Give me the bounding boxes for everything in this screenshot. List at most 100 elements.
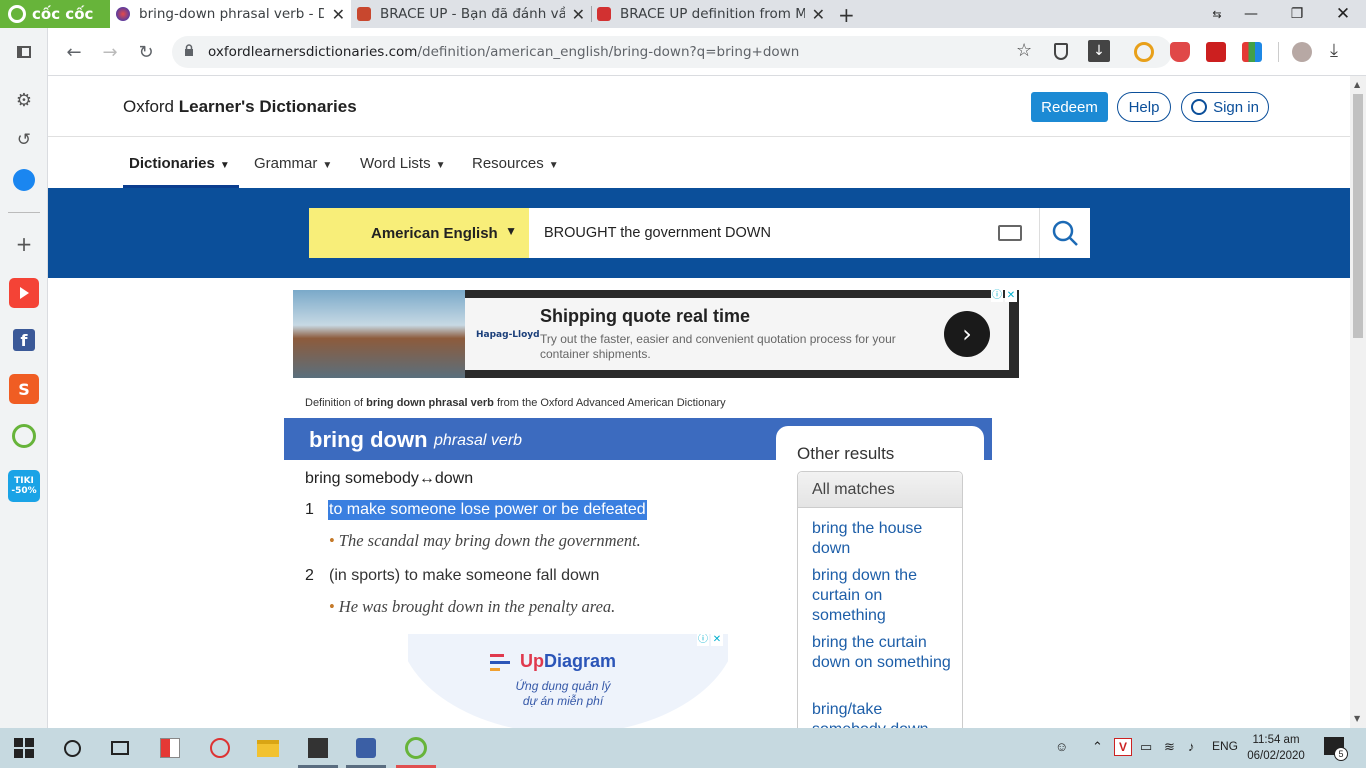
oxford-favicon-icon: [116, 7, 130, 21]
browser-toolbar: ← → ↻ oxfordlearnersdictionaries.com/def…: [48, 28, 1366, 76]
panel-icon[interactable]: [10, 38, 38, 66]
ad-banner-updiagram[interactable]: UpDiagram Ứng dụng quản lý dự án miễn phí…: [408, 634, 728, 728]
sign-in-label: Sign in: [1213, 98, 1259, 116]
snipping-tool-icon[interactable]: [208, 736, 232, 760]
nav-grammar[interactable]: Grammar ▼: [254, 155, 332, 172]
clock[interactable]: 11:54 am 06/02/2020: [1246, 732, 1306, 764]
ad-subtitle: Ứng dụng quản lý dự án miễn phí: [408, 679, 718, 709]
tab-bring-down[interactable]: bring-down phrasal verb - De ✕: [110, 0, 351, 28]
ad-title: UpDiagram: [520, 651, 616, 672]
extension-shield-icon[interactable]: [1170, 42, 1190, 62]
definition-source: Definition of bring down phrasal verb fr…: [305, 397, 726, 409]
volume-icon[interactable]: ♪: [1188, 739, 1195, 754]
keyboard-icon[interactable]: [998, 225, 1022, 241]
extension-grid-icon[interactable]: [1242, 42, 1262, 62]
result-link[interactable]: bring the curtain down on something: [812, 633, 952, 673]
scroll-down-icon[interactable]: ▼: [1354, 714, 1360, 723]
people-icon[interactable]: ☺: [1055, 739, 1068, 754]
chevron-down-icon: ▼: [322, 160, 333, 171]
sticky-notes-icon[interactable]: [306, 736, 330, 760]
download-icon[interactable]: ↓: [1088, 40, 1110, 62]
page-scrollbar[interactable]: ▲ ▼: [1350, 76, 1366, 728]
ad-subtitle-line: Ứng dụng quản lý: [515, 679, 611, 693]
help-button[interactable]: Help: [1117, 92, 1171, 122]
search-input[interactable]: BROUGHT the government DOWN: [529, 208, 1039, 258]
shield-icon[interactable]: [1054, 43, 1068, 60]
sidebar-divider: [8, 212, 40, 213]
maximize-icon[interactable]: ❐: [1274, 0, 1320, 28]
sense-number: 1: [305, 501, 314, 518]
result-link[interactable]: bring down the curtain on something: [812, 566, 952, 626]
task-view-icon[interactable]: [108, 736, 132, 760]
show-hidden-icons-icon[interactable]: ⌃: [1092, 739, 1103, 755]
result-link[interactable]: bring/take somebody down: [812, 700, 952, 728]
facebook-icon[interactable]: f: [10, 326, 38, 354]
ad-subtitle: Try out the faster, easier and convenien…: [540, 332, 896, 361]
chevron-down-icon: ▼: [219, 160, 230, 171]
tiki-icon[interactable]: TIKI -50%: [8, 470, 40, 502]
minimize-icon[interactable]: —: [1228, 0, 1274, 28]
result-link[interactable]: bring the house down: [812, 519, 952, 559]
battery-icon[interactable]: ▭: [1140, 739, 1152, 755]
coccoc-taskbar-icon[interactable]: [404, 736, 428, 760]
shopee-icon[interactable]: S: [9, 374, 39, 404]
sign-in-button[interactable]: Sign in: [1181, 92, 1269, 122]
coccoc-icon[interactable]: [10, 422, 38, 450]
wifi-icon[interactable]: ≋: [1164, 739, 1175, 755]
bullet-icon: •: [329, 597, 335, 616]
history-icon[interactable]: ↺: [10, 126, 38, 154]
windows-taskbar: ☺ ⌃ V ▭ ≋ ♪ ENG 11:54 am 06/02/2020 5: [0, 728, 1366, 768]
close-window-icon[interactable]: ✕: [1320, 0, 1366, 28]
forward-icon[interactable]: →: [98, 40, 122, 64]
search-button[interactable]: [1039, 208, 1090, 258]
unikey-icon[interactable]: [354, 736, 378, 760]
nav-word-lists[interactable]: Word Lists ▼: [360, 155, 445, 172]
tab-brace-up-def[interactable]: BRACE UP definition from Ma ✕: [591, 0, 831, 28]
dictionary-select[interactable]: American English ▼: [309, 208, 529, 258]
language-indicator[interactable]: ENG: [1212, 739, 1238, 753]
site-nav: Dictionaries ▼ Grammar ▼ Word Lists ▼ Resou…: [48, 137, 1350, 188]
ad-close-icon[interactable]: ✕: [711, 634, 723, 646]
scroll-up-icon[interactable]: ▲: [1354, 80, 1360, 89]
ad-close-icon[interactable]: ✕: [1005, 290, 1017, 302]
close-tab-icon[interactable]: ✕: [572, 5, 585, 24]
extension-chrome-icon[interactable]: [1134, 42, 1154, 62]
tab-brace-up-vn[interactable]: BRACE UP - Bạn đã đánh vần ✕: [351, 0, 591, 28]
redeem-button[interactable]: Redeem: [1031, 92, 1108, 122]
nav-resources[interactable]: Resources ▼: [472, 155, 559, 172]
chevron-down-icon: ▼: [548, 160, 559, 171]
add-icon[interactable]: +: [10, 230, 38, 258]
unikey-tray-icon[interactable]: V: [1114, 738, 1132, 756]
adchoices-icon[interactable]: ⓘ: [697, 634, 709, 646]
chevron-down-icon: ▼: [435, 160, 446, 171]
avatar[interactable]: [1292, 42, 1312, 62]
ad-banner[interactable]: Hapag-Lloyd Shipping quote real time Try…: [293, 290, 1019, 378]
settings-icon[interactable]: ⚙: [10, 86, 38, 114]
tab-all-matches[interactable]: All matches: [798, 472, 962, 508]
example-text: The scandal may bring down the governmen…: [338, 531, 641, 550]
nav-dictionaries[interactable]: Dictionaries ▼: [129, 155, 230, 172]
logo-bold: Learner's Dictionaries: [178, 97, 357, 116]
search-taskbar-icon[interactable]: [60, 736, 84, 760]
reload-icon[interactable]: ↻: [134, 40, 158, 64]
coccoc-logo[interactable]: cốc cốc: [0, 0, 110, 28]
app-grid-icon[interactable]: [158, 736, 182, 760]
messenger-icon[interactable]: [10, 166, 38, 194]
tab-title: bring-down phrasal verb - De: [139, 6, 324, 22]
other-results-box: All matches bring the house down bring d…: [797, 471, 963, 728]
bookmark-star-icon[interactable]: ☆: [1016, 40, 1032, 61]
adchoices-icon[interactable]: ⓘ: [991, 290, 1003, 302]
downloads-icon[interactable]: ⤓: [1330, 40, 1338, 61]
close-tab-icon[interactable]: ✕: [332, 5, 345, 24]
new-tab-icon[interactable]: +: [838, 3, 855, 27]
user-icon: [1191, 99, 1208, 115]
site-logo[interactable]: Oxford Learner's Dictionaries: [123, 97, 357, 117]
ad-arrow-button[interactable]: ›: [944, 311, 990, 357]
back-icon[interactable]: ←: [62, 40, 86, 64]
file-explorer-icon[interactable]: [256, 736, 280, 760]
youtube-icon[interactable]: [9, 278, 39, 308]
scrollbar-thumb[interactable]: [1353, 94, 1363, 338]
extension-red-icon[interactable]: [1206, 42, 1226, 62]
windows-start-icon[interactable]: [12, 736, 36, 760]
close-tab-icon[interactable]: ✕: [812, 5, 825, 24]
